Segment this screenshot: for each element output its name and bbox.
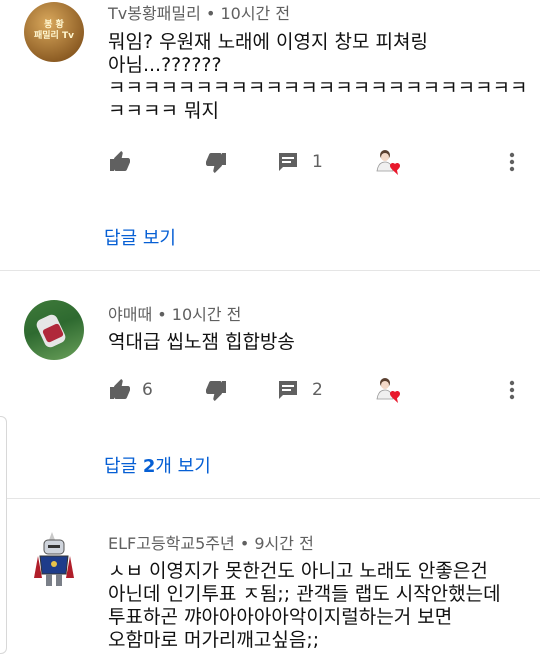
comment-actions: 1 <box>108 148 528 176</box>
reply-link-prefix: 답글 <box>104 456 143 477</box>
comment-meta: Tv봉황패밀리 • 10시간 전 <box>108 0 290 24</box>
creator-heart <box>374 376 404 404</box>
like-count: 6 <box>142 380 153 400</box>
thumb-up-icon <box>110 379 130 399</box>
more-icon <box>509 380 515 400</box>
author-name[interactable]: Tv봉황패밀리 <box>108 4 201 23</box>
thumb-up-icon <box>110 151 130 171</box>
view-replies-link[interactable]: 답글 보기 <box>104 224 176 250</box>
creator-heart-icon <box>376 378 400 403</box>
like-button[interactable]: 6 <box>108 376 153 404</box>
author-name[interactable]: ELF고등학교5주년 <box>108 534 235 553</box>
reply-icon <box>279 381 297 399</box>
dislike-button[interactable] <box>204 376 228 404</box>
knight-avatar-icon <box>34 532 74 586</box>
comment-meta: ELF고등학교5주년 • 9시간 전 <box>108 530 314 554</box>
meta-separator: • <box>205 4 216 23</box>
reply-button[interactable]: 1 <box>276 148 323 176</box>
avatar[interactable]: 봉 황 패밀리 Tv <box>24 2 84 62</box>
creator-heart-icon <box>376 150 400 175</box>
author-name[interactable]: 야매때 <box>108 305 152 324</box>
divider <box>0 270 540 271</box>
divider <box>0 498 540 499</box>
thumb-down-icon <box>206 153 226 173</box>
like-button[interactable] <box>108 148 132 176</box>
avatar-label-top: 봉 황 <box>44 20 64 30</box>
side-drawer-handle[interactable] <box>0 416 7 654</box>
timestamp: 10시간 전 <box>171 305 242 324</box>
thumb-down-icon <box>206 381 226 401</box>
timestamp: 9시간 전 <box>254 534 314 553</box>
reply-link-suffix: 개 보기 <box>155 456 211 477</box>
meta-separator: • <box>157 305 167 324</box>
timestamp: 10시간 전 <box>220 4 291 23</box>
more-options-button[interactable] <box>506 376 518 404</box>
comment-text: 역대급 씹노잼 힙합방송 <box>108 331 295 353</box>
comment-meta: 야매때 • 10시간 전 <box>108 301 241 325</box>
comment-text: ㅅㅂ 이영지가 못한건도 아니고 노래도 안좋은건 아닌데 인기투표 ㅈ됨;; … <box>108 560 501 651</box>
avatar[interactable] <box>24 300 84 360</box>
comment-actions: 6 2 <box>108 376 528 404</box>
reply-link-count: 2 <box>142 456 156 477</box>
view-replies-link[interactable]: 답글 2개 보기 <box>104 452 211 478</box>
reply-count: 1 <box>312 152 323 172</box>
more-options-button[interactable] <box>506 148 518 176</box>
creator-heart <box>374 148 404 176</box>
reply-icon <box>279 153 297 171</box>
avatar-label-bottom: 패밀리 Tv <box>34 31 74 41</box>
reply-button[interactable]: 2 <box>276 376 323 404</box>
reply-count: 2 <box>312 380 323 400</box>
meta-separator: • <box>239 534 250 553</box>
dislike-button[interactable] <box>204 148 228 176</box>
more-icon <box>509 152 515 172</box>
comment-text: 뭐임? 우원재 노래에 이영지 창모 피쳐링 아님...?????? ㅋㅋㅋㅋㅋ… <box>108 31 528 122</box>
avatar[interactable] <box>24 530 84 590</box>
